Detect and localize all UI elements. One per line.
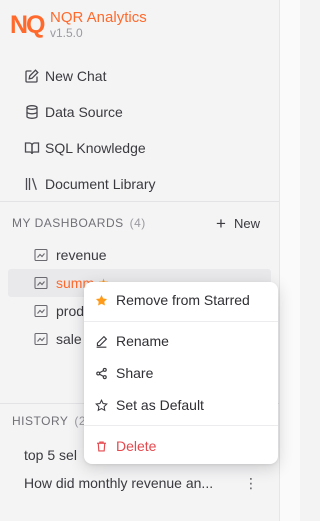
history-label: How did monthly revenue an... bbox=[24, 475, 214, 491]
app-version: v1.5.0 bbox=[50, 26, 83, 40]
nav-document-library[interactable]: Document Library bbox=[24, 166, 156, 202]
dashboard-icon bbox=[34, 248, 48, 262]
app-logo: NQ bbox=[10, 8, 48, 42]
menu-label: Rename bbox=[116, 333, 169, 349]
menu-label: Share bbox=[116, 365, 154, 381]
dashboard-label: revenue bbox=[56, 247, 107, 263]
pencil-icon bbox=[96, 335, 108, 348]
dashboards-heading: MY DASHBOARDS bbox=[12, 216, 124, 230]
menu-remove-from-starred[interactable]: Remove from Starred bbox=[84, 286, 278, 314]
edit-icon bbox=[25, 69, 39, 83]
dashboards-header: MY DASHBOARDS (4) + New bbox=[12, 215, 260, 232]
database-icon bbox=[26, 105, 38, 119]
dashboards-count: (4) bbox=[129, 216, 146, 230]
book-icon bbox=[24, 142, 40, 155]
nav-label: New Chat bbox=[45, 68, 107, 84]
nav-data-source[interactable]: Data Source bbox=[24, 94, 156, 130]
library-icon bbox=[25, 177, 37, 191]
nav-label: SQL Knowledge bbox=[45, 140, 146, 156]
dashboard-item[interactable]: revenue bbox=[8, 241, 271, 269]
menu-delete[interactable]: Delete bbox=[84, 432, 278, 460]
menu-share[interactable]: Share bbox=[84, 359, 278, 387]
nav-label: Data Source bbox=[45, 104, 123, 120]
brand[interactable]: NQ NQR Analytics v1.5.0 bbox=[10, 8, 147, 42]
nav-label: Document Library bbox=[45, 176, 156, 192]
menu-set-as-default[interactable]: Set as Default bbox=[84, 391, 278, 419]
menu-label: Delete bbox=[116, 438, 157, 454]
more-options-icon[interactable]: ⋮ bbox=[244, 475, 258, 492]
nav-new-chat[interactable]: New Chat bbox=[24, 58, 156, 94]
main-nav: New Chat Data Source SQL Knowledge Docum… bbox=[24, 58, 156, 202]
divider bbox=[0, 201, 279, 202]
new-dashboard-label: New bbox=[233, 215, 260, 231]
dashboard-icon bbox=[34, 332, 48, 346]
menu-label: Set as Default bbox=[116, 397, 204, 413]
nav-sql-knowledge[interactable]: SQL Knowledge bbox=[24, 130, 156, 166]
history-label: top 5 sel bbox=[24, 447, 77, 463]
dashboard-label: sale bbox=[56, 331, 82, 347]
menu-rename[interactable]: Rename bbox=[84, 327, 278, 355]
trash-icon bbox=[97, 440, 106, 452]
app-title: NQR Analytics bbox=[50, 9, 147, 26]
star-filled-icon bbox=[95, 294, 108, 306]
main-panel-edge bbox=[279, 0, 300, 521]
menu-separator bbox=[84, 321, 278, 322]
history-heading: HISTORY bbox=[12, 414, 69, 428]
star-outline-icon bbox=[95, 398, 108, 411]
dashboard-label: prod bbox=[56, 303, 85, 319]
context-menu: Remove from Starred Rename Share Set as … bbox=[84, 282, 278, 464]
dashboard-icon bbox=[34, 304, 48, 318]
logo-text: NQ bbox=[10, 11, 45, 39]
share-icon bbox=[96, 367, 107, 379]
plus-icon: + bbox=[216, 213, 226, 233]
dashboard-icon bbox=[34, 276, 48, 290]
menu-separator bbox=[84, 425, 278, 426]
menu-label: Remove from Starred bbox=[116, 292, 250, 308]
history-item[interactable]: How did monthly revenue an... ⋮ bbox=[24, 469, 264, 497]
new-dashboard-button[interactable]: + New bbox=[216, 215, 260, 232]
